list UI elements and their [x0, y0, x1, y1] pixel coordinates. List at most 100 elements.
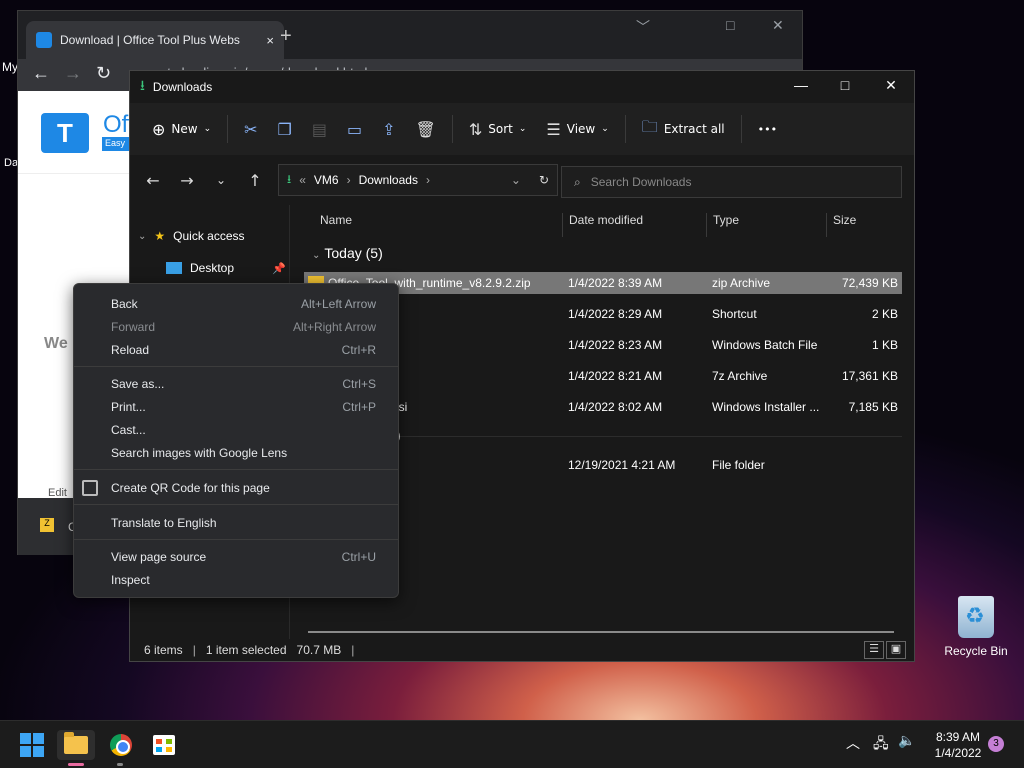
expand-chevron-icon[interactable]: ⌄ [138, 231, 146, 242]
volume-icon[interactable]: 🔈 [898, 733, 915, 749]
file-type: File folder [712, 458, 765, 472]
copy-button[interactable]: ❐ [268, 112, 302, 146]
status-bar: 6 items | 1 item selected 70.7 MB | ☰ ▣ [130, 639, 914, 661]
reload-icon[interactable]: ↻ [96, 63, 111, 84]
more-icon: ••• [757, 122, 778, 136]
rename-button[interactable]: ▭ [337, 112, 372, 146]
selection-size: 70.7 MB [296, 643, 342, 657]
tab-close-icon[interactable]: × [266, 33, 274, 48]
address-dropdown-chevron-icon[interactable]: ⌄ [511, 173, 521, 187]
menu-item-cast[interactable]: Cast... [74, 419, 398, 441]
view-label: View [566, 122, 596, 136]
clock[interactable]: 8:39 AM 1/4/2022 [928, 729, 988, 761]
refresh-icon[interactable]: ↻ [529, 173, 549, 187]
chevron-down-icon: ⌄ [601, 124, 609, 134]
close-button[interactable]: ✕ [868, 77, 914, 94]
menu-item-back[interactable]: Back Alt+Left Arrow [74, 293, 398, 315]
recycle-bin-icon [958, 596, 994, 638]
status-separator: | [192, 643, 196, 657]
extract-all-label: Extract all [663, 122, 725, 136]
menu-item-qr-code[interactable]: Create QR Code for this page [74, 477, 398, 499]
browser-close-button[interactable]: ✕ [772, 17, 784, 34]
column-header-name[interactable]: Name [320, 213, 352, 237]
menu-item-google-lens[interactable]: Search images with Google Lens [74, 442, 398, 464]
recycle-bin-label: Recycle Bin [944, 644, 1008, 658]
menu-item-shortcut: Ctrl+P [342, 400, 376, 414]
desktop-icon-label-fragment[interactable]: My [2, 60, 18, 74]
menu-item-label: Reload [111, 343, 150, 357]
tray-overflow-chevron-icon[interactable]: ︿ [846, 733, 860, 753]
sort-icon: ⇅ [468, 119, 483, 139]
nav-item-quick-access[interactable]: ⌄ ★ Quick access [138, 229, 245, 243]
column-header-size[interactable]: Size [826, 213, 906, 237]
menu-item-save-as[interactable]: Save as... Ctrl+S [74, 373, 398, 395]
clock-time: 8:39 AM [935, 730, 981, 744]
paste-button[interactable]: ▤ [302, 112, 337, 146]
taskbar-store[interactable] [149, 730, 179, 760]
menu-item-label: Cast... [111, 423, 146, 437]
menu-item-shortcut: Alt+Left Arrow [300, 297, 376, 311]
menu-item-forward[interactable]: Forward Alt+Right Arrow [74, 316, 398, 338]
column-header-date[interactable]: Date modified [562, 213, 643, 237]
browser-maximize-button[interactable]: □ [726, 17, 734, 33]
menu-item-label: Create QR Code for this page [111, 481, 270, 495]
menu-item-label: Search images with Google Lens [111, 446, 288, 460]
tiles-view-icon[interactable]: ▣ [886, 641, 906, 659]
menu-item-view-source[interactable]: View page source Ctrl+U [74, 546, 398, 568]
start-button[interactable] [17, 730, 47, 760]
browser-tab[interactable]: Download | Office Tool Plus Webs × [26, 21, 284, 59]
nav-item-desktop[interactable]: Desktop [166, 261, 234, 275]
share-icon: ⇪ [382, 119, 396, 139]
back-arrow-icon[interactable]: ← [32, 63, 50, 84]
address-bar[interactable]: ⭳ « VM6 › Downloads › ⌄ ↻ [278, 164, 558, 196]
extract-all-button[interactable]: 🗀 Extract all [632, 112, 735, 146]
back-arrow-icon[interactable]: ← [142, 171, 164, 190]
desktop-icon-label-fragment[interactable]: Da [4, 157, 18, 169]
recent-locations-chevron-icon[interactable]: ⌄ [210, 173, 232, 187]
cut-button[interactable]: ✂ [234, 112, 267, 146]
search-input[interactable]: ⌕ Search Downloads [561, 166, 902, 198]
sort-button[interactable]: ⇅ Sort ⌄ [459, 112, 537, 146]
column-header-type[interactable]: Type [706, 213, 739, 237]
breadcrumb-overflow[interactable]: « [299, 173, 306, 187]
share-button[interactable]: ⇪ [372, 112, 405, 146]
download-folder-icon: ⭳ [287, 171, 292, 186]
horizontal-scrollbar[interactable] [308, 631, 894, 633]
notification-badge[interactable]: 3 [988, 736, 1004, 752]
taskbar-chrome[interactable] [106, 730, 136, 760]
forward-arrow-icon[interactable]: → [176, 171, 198, 190]
maximize-button[interactable]: □ [822, 77, 868, 93]
command-separator [451, 115, 453, 143]
qr-code-icon [82, 480, 98, 496]
group-header-today[interactable]: ⌄ Today (5) [312, 245, 383, 261]
delete-button[interactable]: 🗑 [406, 112, 446, 146]
recycle-bin[interactable]: Recycle Bin [940, 596, 1012, 658]
network-icon[interactable]: 🖧 [873, 733, 889, 757]
page-heading-fragment: We [44, 335, 68, 352]
menu-item-reload[interactable]: Reload Ctrl+R [74, 339, 398, 361]
file-size: 2 KB [871, 307, 898, 321]
copy-icon: ❐ [277, 119, 292, 139]
browser-minimize-button[interactable]: ﹀ [636, 17, 650, 37]
more-options-button[interactable]: ••• [748, 112, 787, 146]
forward-arrow-icon[interactable]: → [64, 63, 82, 84]
up-arrow-icon[interactable]: ↑ [244, 171, 266, 190]
view-toggle: ☰ ▣ [864, 641, 906, 659]
breadcrumb-vm6[interactable]: VM6 [314, 173, 339, 187]
active-app-indicator [68, 763, 84, 766]
new-tab-button[interactable]: + [280, 25, 292, 48]
menu-item-translate[interactable]: Translate to English [74, 512, 398, 534]
details-view-icon[interactable]: ☰ [864, 641, 884, 659]
minimize-button[interactable]: — [778, 77, 824, 93]
menu-item-inspect[interactable]: Inspect [74, 569, 398, 591]
explorer-title-bar: ⭳ Downloads — □ ✕ [130, 71, 914, 103]
file-date: 1/4/2022 8:21 AM [568, 369, 663, 383]
view-button[interactable]: ☰ View ⌄ [536, 112, 618, 146]
menu-item-label: Inspect [111, 573, 150, 587]
menu-item-print[interactable]: Print... Ctrl+P [74, 396, 398, 418]
new-button[interactable]: ⊕ New ⌄ [142, 112, 221, 146]
breadcrumb-downloads[interactable]: Downloads [359, 173, 418, 187]
menu-item-label: Back [111, 297, 138, 311]
taskbar-file-explorer[interactable] [57, 730, 95, 760]
menu-item-shortcut: Alt+Right Arrow [292, 320, 376, 334]
